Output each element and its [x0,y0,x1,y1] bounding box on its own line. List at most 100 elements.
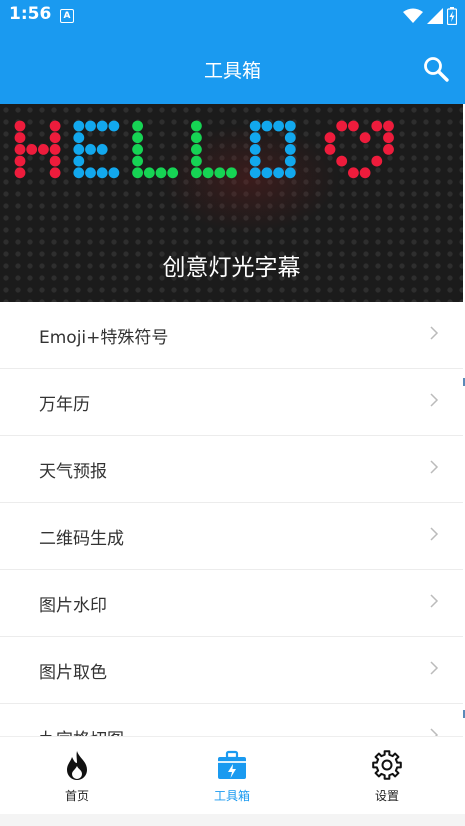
led-dot [132,144,144,155]
search-icon [424,57,449,82]
list-item-weather[interactable]: 天气预报 [0,436,463,503]
notification-icon: A [60,9,74,23]
led-dot [132,167,144,179]
led-dot [261,120,273,132]
led-banner[interactable]: 创意灯光字幕 [0,104,463,302]
led-dot [249,155,261,167]
list-item-label: 二维码生成 [39,529,124,549]
led-dot [73,155,85,167]
led-dot [383,120,394,132]
search-button[interactable] [421,54,451,84]
tool-list: Emoji+特殊符号 万年历 天气预报 二维码生成 图片水印 图片取色 九宫格切… [0,302,463,736]
tab-home[interactable]: 首页 [17,737,137,815]
wifi-icon [403,8,423,23]
led-dot [371,155,383,167]
chevron-right-icon [430,460,439,474]
list-item-label: Emoji+特殊符号 [39,328,169,348]
list-item-grid-crop[interactable]: 九宫格切图 [0,704,463,736]
led-dot [214,167,226,179]
led-dot [49,144,61,155]
led-dot [284,144,296,155]
led-dot [348,120,359,132]
led-dot [49,120,61,132]
led-dot [14,120,26,132]
list-item-label: 九宫格切图 [39,725,124,736]
led-dot [284,120,296,132]
tab-settings[interactable]: 设置 [327,737,447,815]
chevron-right-icon [430,527,439,541]
chevron-right-icon [430,393,439,407]
status-bar: 1:56 A [0,0,465,32]
led-dot [14,155,26,167]
led-dot [132,155,144,167]
led-dot [73,144,85,155]
gear-icon [372,750,402,780]
status-time: 1:56 [9,4,52,24]
led-dot [14,132,26,144]
led-dot [85,144,96,155]
signal-icon [427,8,443,24]
led-dot [273,167,284,179]
led-dot [38,144,49,155]
led-dot [284,132,296,144]
led-dot [96,144,108,155]
list-item-label: 万年历 [39,395,90,415]
list-item-qrcode[interactable]: 二维码生成 [0,503,463,570]
system-nav-strip [0,814,465,826]
led-dot [261,167,273,179]
list-item-calendar[interactable]: 万年历 [0,369,463,436]
led-dot [249,132,261,144]
led-dot [49,132,61,144]
fire-icon [67,751,87,780]
led-dot [132,120,144,132]
led-dot [284,167,296,179]
led-dot [191,167,202,179]
banner-caption: 创意灯光字幕 [162,255,301,281]
led-dot [14,144,26,155]
tab-label: 首页 [64,789,89,803]
led-dot [348,167,359,179]
led-dot [324,144,336,155]
chevron-right-icon [430,728,439,736]
led-dot [359,167,371,179]
led-dot [85,167,96,179]
led-dot [336,120,348,132]
led-dot [143,167,155,179]
led-text-display [14,120,394,179]
led-dot [383,132,394,144]
led-dot [383,144,394,155]
list-item-watermark[interactable]: 图片水印 [0,570,463,637]
tab-toolbox[interactable]: 工具箱 [172,737,292,815]
led-dot [359,132,371,144]
led-dot [284,155,296,167]
led-dot [371,120,383,132]
page-title: 工具箱 [203,60,261,82]
list-item-label: 天气预报 [39,462,107,482]
led-dot [249,120,261,132]
led-dot [273,120,284,132]
app-bar: 工具箱 [0,32,465,104]
chevron-right-icon [430,594,439,608]
led-dot [167,167,179,179]
list-item-emoji[interactable]: Emoji+特殊符号 [0,302,463,369]
led-dot [324,132,336,144]
tab-label: 设置 [374,789,399,803]
list-item-label: 图片水印 [39,596,107,616]
led-dot [14,167,26,179]
led-dot [96,120,108,132]
led-dot [108,120,120,132]
status-icons [403,6,457,26]
led-dot [155,167,167,179]
led-dot [191,120,202,132]
chevron-right-icon [430,326,439,340]
led-dot [73,120,85,132]
led-dot [191,132,202,144]
led-dot [249,144,261,155]
toolbox-icon [218,750,246,779]
led-dot [249,167,261,179]
led-dot [191,144,202,155]
led-dot [132,132,144,144]
list-item-color-picker[interactable]: 图片取色 [0,637,463,704]
led-dot [191,155,202,167]
led-dot [108,167,120,179]
